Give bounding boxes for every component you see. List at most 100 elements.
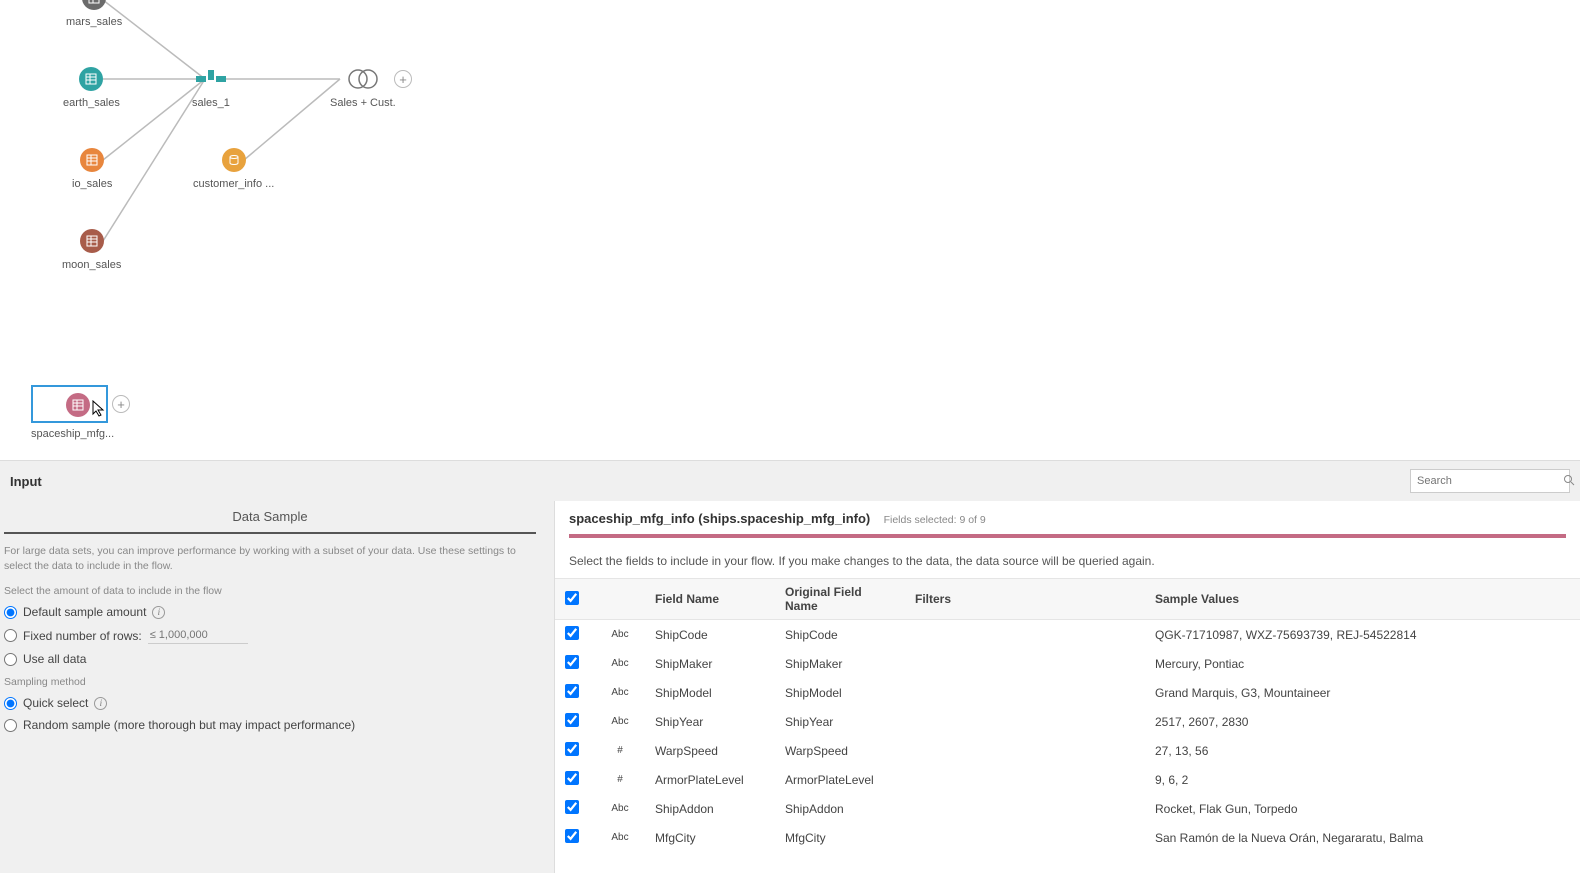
field-name: ShipModel (645, 678, 775, 707)
panel-title: Input (10, 474, 42, 489)
table-row[interactable]: AbcShipAddonShipAddonRocket, Flak Gun, T… (555, 794, 1580, 823)
radio-random-sample[interactable]: Random sample (more thorough but may imp… (0, 714, 540, 736)
field-checkbox[interactable] (565, 626, 579, 640)
node-sales-1[interactable]: sales_1 (192, 67, 230, 109)
add-step-button[interactable]: + (394, 70, 412, 88)
radio-default-sample[interactable]: Default sample amount i (0, 601, 540, 623)
field-name: ShipAddon (645, 794, 775, 823)
field-checkbox[interactable] (565, 655, 579, 669)
field-name: ShipYear (645, 707, 775, 736)
node-label: sales_1 (192, 97, 230, 109)
fields-selected-count: Fields selected: 9 of 9 (884, 514, 986, 526)
table-row[interactable]: AbcShipYearShipYear2517, 2607, 2830 (555, 707, 1580, 736)
fields-pane: spaceship_mfg_info (ships.spaceship_mfg_… (554, 501, 1580, 873)
info-icon[interactable]: i (94, 697, 107, 710)
table-icon (66, 393, 90, 417)
table-icon (79, 67, 103, 91)
table-icon (80, 229, 104, 253)
node-label: earth_sales (63, 97, 120, 109)
sample-values: Mercury, Pontiac (1145, 649, 1580, 678)
clean-step-icon (195, 67, 227, 91)
radio-fixed-rows[interactable]: Fixed number of rows: (0, 623, 540, 648)
node-customer-info[interactable]: customer_info ... (193, 148, 274, 190)
original-field-name: MfgCity (775, 823, 905, 852)
filters-cell (905, 649, 1145, 678)
datasource-title: spaceship_mfg_info (ships.spaceship_mfg_… (569, 511, 870, 526)
filters-cell (905, 620, 1145, 650)
node-earth-sales[interactable]: earth_sales (63, 67, 120, 109)
info-icon[interactable]: i (152, 606, 165, 619)
node-label: io_sales (72, 178, 112, 190)
original-field-name: ShipMaker (775, 649, 905, 678)
field-name: WarpSpeed (645, 736, 775, 765)
type-icon: Abc (595, 794, 645, 823)
table-row[interactable]: #WarpSpeedWarpSpeed27, 13, 56 (555, 736, 1580, 765)
col-sample-values: Sample Values (1145, 579, 1580, 620)
node-label: Sales + Cust. (330, 97, 396, 109)
type-icon: Abc (595, 620, 645, 650)
fixed-rows-input[interactable] (148, 627, 248, 644)
data-sample-pane: Data Sample For large data sets, you can… (0, 501, 540, 873)
select-all-checkbox[interactable] (565, 591, 579, 605)
radio-use-all[interactable]: Use all data (0, 648, 540, 670)
field-checkbox[interactable] (565, 771, 579, 785)
filters-cell (905, 823, 1145, 852)
type-icon: Abc (595, 707, 645, 736)
sampling-label: Sampling method (0, 670, 540, 692)
table-row[interactable]: AbcMfgCityMfgCitySan Ramón de la Nueva O… (555, 823, 1580, 852)
sample-values: San Ramón de la Nueva Orán, Negararatu, … (1145, 823, 1580, 852)
node-moon-sales[interactable]: moon_sales (62, 229, 121, 271)
node-mars-sales[interactable]: mars_sales (66, 0, 122, 28)
field-checkbox[interactable] (565, 742, 579, 756)
node-label: customer_info ... (193, 178, 274, 190)
original-field-name: ShipYear (775, 707, 905, 736)
field-checkbox[interactable] (565, 800, 579, 814)
table-row[interactable]: AbcShipMakerShipMakerMercury, Pontiac (555, 649, 1580, 678)
field-name: ArmorPlateLevel (645, 765, 775, 794)
original-field-name: ArmorPlateLevel (775, 765, 905, 794)
node-join[interactable]: Sales + Cust. (330, 67, 396, 109)
amount-label: Select the amount of data to include in … (0, 579, 540, 601)
fields-table: Field Name Original Field Name Filters S… (555, 578, 1580, 852)
col-filters: Filters (905, 579, 1145, 620)
original-field-name: ShipCode (775, 620, 905, 650)
type-icon: Abc (595, 823, 645, 852)
type-icon: Abc (595, 678, 645, 707)
table-row[interactable]: AbcShipModelShipModelGrand Marquis, G3, … (555, 678, 1580, 707)
help-text: For large data sets, you can improve per… (0, 534, 540, 579)
original-field-name: WarpSpeed (775, 736, 905, 765)
flow-canvas[interactable]: mars_sales earth_sales io_sales moon_sal… (0, 0, 1580, 460)
original-field-name: ShipAddon (775, 794, 905, 823)
node-label: spaceship_mfg... (31, 428, 114, 440)
node-spaceship-mfg-selected[interactable] (31, 385, 108, 423)
field-checkbox[interactable] (565, 713, 579, 727)
type-icon: Abc (595, 649, 645, 678)
node-io-sales[interactable]: io_sales (72, 148, 112, 190)
field-name: MfgCity (645, 823, 775, 852)
join-icon (345, 67, 381, 91)
tab-data-sample[interactable]: Data Sample (4, 501, 536, 534)
add-step-button[interactable]: + (112, 395, 130, 413)
table-icon (82, 0, 106, 10)
accent-bar (569, 534, 1566, 538)
filters-cell (905, 765, 1145, 794)
search-input[interactable] (1410, 469, 1570, 493)
field-name: ShipMaker (645, 649, 775, 678)
filters-cell (905, 707, 1145, 736)
fields-instruction: Select the fields to include in your flo… (555, 544, 1580, 578)
table-row[interactable]: AbcShipCodeShipCodeQGK-71710987, WXZ-756… (555, 620, 1580, 650)
filters-cell (905, 678, 1145, 707)
table-row[interactable]: #ArmorPlateLevelArmorPlateLevel9, 6, 2 (555, 765, 1580, 794)
field-checkbox[interactable] (565, 829, 579, 843)
col-original-name: Original Field Name (775, 579, 905, 620)
sample-values: 9, 6, 2 (1145, 765, 1580, 794)
sample-values: Rocket, Flak Gun, Torpedo (1145, 794, 1580, 823)
sample-values: QGK-71710987, WXZ-75693739, REJ-54522814 (1145, 620, 1580, 650)
search-icon (1563, 474, 1575, 489)
sample-values: 27, 13, 56 (1145, 736, 1580, 765)
field-checkbox[interactable] (565, 684, 579, 698)
radio-quick-select[interactable]: Quick select i (0, 692, 540, 714)
database-icon (222, 148, 246, 172)
node-label: mars_sales (66, 16, 122, 28)
sample-values: 2517, 2607, 2830 (1145, 707, 1580, 736)
